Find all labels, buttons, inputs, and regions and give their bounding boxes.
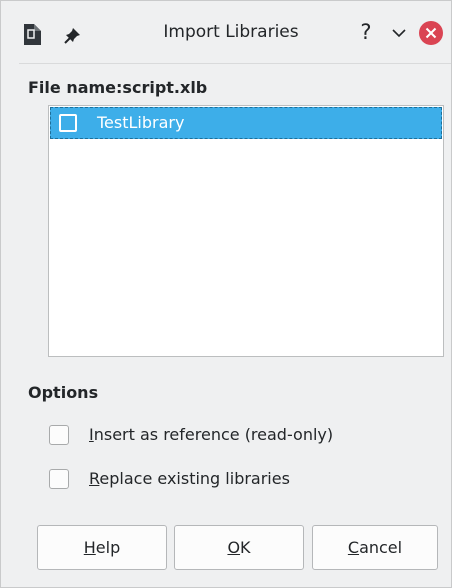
options-heading: Options xyxy=(28,383,99,402)
ok-button[interactable]: OK xyxy=(174,525,304,570)
replace-existing-checkbox[interactable] xyxy=(49,469,69,489)
insert-as-reference-label[interactable]: Insert as reference (read-only) xyxy=(89,425,333,444)
library-checkbox[interactable] xyxy=(59,114,77,132)
help-icon[interactable]: ? xyxy=(356,19,376,45)
window-title: Import Libraries xyxy=(163,22,299,42)
list-item[interactable]: TestLibrary xyxy=(50,107,442,139)
document-icon[interactable] xyxy=(24,24,41,45)
insert-as-reference-checkbox[interactable] xyxy=(49,425,69,445)
help-button[interactable]: Help xyxy=(37,525,167,570)
title-bar: Import Libraries ? xyxy=(1,1,451,63)
replace-existing-label[interactable]: Replace existing libraries xyxy=(89,469,290,488)
pin-icon[interactable] xyxy=(64,26,82,44)
libraries-list[interactable]: TestLibrary xyxy=(48,105,444,357)
title-divider xyxy=(19,63,451,64)
chevron-down-icon[interactable] xyxy=(391,26,407,40)
library-label: TestLibrary xyxy=(97,113,185,132)
cancel-button[interactable]: Cancel xyxy=(312,525,438,570)
import-libraries-dialog: Import Libraries ? File name:script.xlb … xyxy=(0,0,452,588)
close-icon[interactable] xyxy=(419,21,443,45)
file-name-label: File name:script.xlb xyxy=(28,78,208,97)
